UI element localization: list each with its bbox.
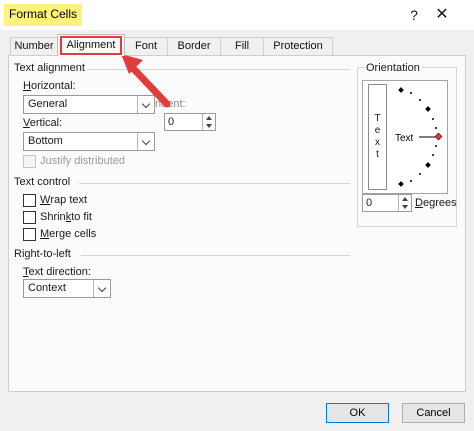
checkbox-box (23, 154, 36, 168)
dial-dot (435, 127, 437, 129)
shrink-to-fit-checkbox[interactable]: Shrin k to fit (23, 210, 92, 224)
dial-dot (419, 173, 421, 175)
dial-marker (425, 162, 431, 168)
accel-d: D (415, 197, 423, 209)
section-divider (79, 183, 350, 184)
section-divider (81, 255, 350, 256)
text-control-heading: Text control (14, 176, 71, 188)
text-alignment-heading: Text alignment (14, 62, 85, 74)
close-button[interactable]: ✕ (432, 5, 452, 25)
dial-dot (410, 92, 412, 94)
text-direction-label: Text direction: (23, 266, 91, 278)
text-direction-select[interactable]: Context (23, 279, 111, 298)
spinner-buttons[interactable] (202, 114, 215, 130)
degrees-spinner[interactable]: 0 (362, 194, 412, 212)
tab-border[interactable]: Border (167, 37, 221, 55)
vertical-select-value: Bottom (28, 135, 63, 147)
accel-h: H (23, 80, 31, 92)
tab-protection[interactable]: Protection (263, 37, 333, 55)
horizontal-select-value: General (28, 98, 68, 110)
dial-marker (398, 87, 404, 93)
text-direction-label-rest: ext direction: (28, 266, 91, 278)
spin-down-icon (402, 205, 408, 209)
chevron-down-icon (93, 280, 110, 297)
wrap-text-checkbox[interactable]: Wrap text (23, 193, 87, 207)
dial-marker (398, 181, 404, 187)
orientation-box: T e x t Text (362, 80, 448, 194)
dial-dot (419, 99, 421, 101)
accel-m: M (40, 228, 50, 240)
checkbox-box (23, 210, 36, 224)
annotation-arrow (121, 54, 171, 108)
accel-w: W (40, 194, 51, 206)
vertical-text: T e x t (369, 113, 386, 161)
orientation-heading: Orientation (364, 62, 422, 74)
indent-spinner[interactable]: 0 (164, 113, 216, 131)
degrees-label: Degrees (415, 197, 457, 209)
dial-text: Text (395, 133, 414, 144)
vertical-label: Vertical: (23, 117, 62, 129)
tab-fill[interactable]: Fill (220, 37, 264, 55)
ok-button[interactable]: OK (326, 403, 389, 423)
degrees-value: 0 (366, 197, 373, 209)
tab-number[interactable]: Number (10, 37, 58, 55)
text-direction-value: Context (28, 282, 66, 294)
help-button[interactable]: ? (404, 5, 424, 25)
arrow-shaft (125, 60, 171, 108)
dial-marker (425, 106, 431, 112)
tab-strip: Number Alignment Font Border Fill Protec… (0, 30, 474, 56)
spin-up-icon (206, 116, 212, 120)
dial-dot (435, 145, 437, 147)
merge-cells-checkbox[interactable]: Merge cells (23, 227, 96, 241)
orientation-dial[interactable]: Text (388, 81, 448, 193)
vertical-text-letter: T (374, 113, 381, 124)
accel-v: V (23, 117, 30, 129)
right-to-left-heading: Right-to-left (14, 248, 71, 260)
tab-alignment[interactable]: Alignment (57, 34, 125, 56)
chevron-down-icon (137, 133, 154, 150)
vertical-text-letter: x (375, 137, 380, 148)
dial-handle[interactable] (434, 132, 443, 141)
dial-dot (410, 180, 412, 182)
justify-distributed-checkbox[interactable]: Justify distributed (23, 154, 125, 168)
spin-up-icon (402, 197, 408, 201)
wrap-text-label: rap text (50, 194, 88, 206)
checkbox-box (23, 193, 36, 207)
vertical-text-letter: e (374, 125, 381, 136)
horizontal-label: Horizontal: (23, 80, 76, 92)
dial-dot (432, 154, 434, 156)
spin-down-icon (206, 124, 212, 128)
dial-dot (432, 118, 434, 120)
alignment-panel: Text alignment Horizontal: General ndent… (8, 55, 466, 392)
shrink-label-rest: to fit (71, 211, 92, 223)
vertical-text-button[interactable]: T e x t (368, 84, 387, 190)
tab-alignment-label: Alignment (59, 36, 123, 55)
vertical-text-letter: t (376, 149, 379, 160)
horizontal-label-rest: orizontal: (30, 80, 76, 92)
vertical-label-rest: ertical: (29, 117, 63, 129)
justify-distributed-label: Justify distributed (40, 155, 125, 167)
checkbox-box (23, 227, 36, 241)
shrink-label-pre: Shrin (40, 211, 66, 223)
degrees-label-rest: egrees (422, 197, 457, 209)
spinner-buttons[interactable] (398, 195, 411, 211)
title-bar: Format Cells ? ✕ (0, 0, 474, 30)
dialog-title: Format Cells (4, 4, 83, 26)
merge-cells-label: erge cells (49, 228, 97, 240)
indent-value: 0 (168, 116, 175, 128)
cancel-button[interactable]: Cancel (402, 403, 465, 423)
vertical-select[interactable]: Bottom (23, 132, 155, 151)
